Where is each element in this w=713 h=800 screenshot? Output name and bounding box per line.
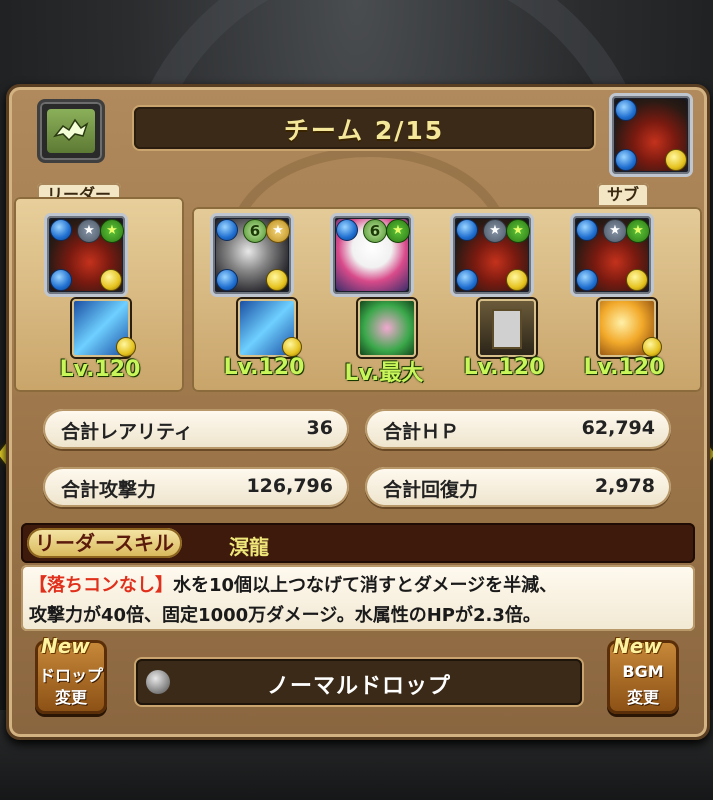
new-badge: New: [613, 634, 662, 658]
light-orb-icon: [506, 269, 528, 291]
stat-value: 126,796: [246, 475, 333, 497]
team-title: チーム 2/15: [283, 116, 445, 145]
stat-label: 合計回復力: [383, 479, 479, 501]
light-orb-icon: [282, 337, 302, 357]
sub-slots: 6 ★ Lv.120 6 ★ Lv.最大 ★ ★ Lv.120 ★ ★ Lv.1…: [192, 207, 702, 392]
leader-skill-bar: リーダースキル 溟龍: [21, 523, 695, 563]
stat-label: 合計攻撃力: [61, 479, 157, 501]
light-orb-icon: [116, 337, 136, 357]
total-hp-stat: 合計ＨＰ 62,794: [365, 409, 671, 449]
leader-skill-label: リーダースキル: [27, 528, 182, 558]
team-panel: チーム 2/15 リーダー ★ ★ Lv.120 サブ 6 ★ Lv.120 6…: [6, 84, 710, 740]
bgm-change-label: BGM: [622, 662, 664, 681]
water-orb-icon: [50, 219, 72, 241]
gold-awakening-icon: ★: [266, 219, 290, 243]
description-line-2: 攻撃力が40倍、固定1000万ダメージ。水属性のHPが2.3倍。: [29, 605, 541, 626]
star-awakening-icon: ★: [603, 219, 627, 243]
total-recovery-stat: 合計回復力 2,978: [365, 467, 671, 507]
stat-value: 2,978: [594, 475, 655, 497]
drop-change-button[interactable]: New ドロップ 変更: [35, 634, 107, 714]
sub-level-2: Lv.最大: [344, 361, 424, 386]
drop-type-bar[interactable]: ノーマルドロップ: [136, 659, 582, 705]
light-orb-icon: [626, 269, 648, 291]
star-awakening-icon: ★: [77, 219, 101, 243]
light-orb-icon: [266, 269, 288, 291]
water-suborb-icon: [456, 269, 478, 291]
sub-monster-card-3[interactable]: ★ ★: [450, 213, 534, 297]
water-orb-icon: [615, 99, 637, 121]
assist-monster-card[interactable]: [478, 299, 536, 357]
dragon-icon: [47, 109, 95, 153]
total-rarity-stat: 合計レアリティ 36: [43, 409, 349, 449]
bgm-change-button[interactable]: New BGM 変更: [607, 634, 679, 714]
assist-monster-green[interactable]: [358, 299, 416, 357]
drop-change-label: ドロップ: [38, 666, 103, 685]
plus-awakening-icon: 6: [363, 219, 387, 243]
sub-level-1: Lv.120: [223, 355, 305, 380]
assist-monster-blade[interactable]: [72, 299, 136, 357]
leader-level: Lv.120: [59, 357, 141, 382]
green-awakening-icon: ★: [386, 219, 410, 243]
total-attack-stat: 合計攻撃力 126,796: [43, 467, 349, 507]
green-awakening-icon: ★: [100, 219, 124, 243]
water-suborb-icon: [50, 269, 72, 291]
sub-tag: サブ: [597, 183, 650, 207]
description-line-1: 【落ちコンなし】水を10個以上つなげて消すとダメージを半減、: [29, 571, 557, 597]
sub-monster-card-1[interactable]: 6 ★: [210, 213, 294, 297]
sub-monster-card-2[interactable]: 6 ★: [330, 213, 414, 297]
water-orb-icon: [336, 219, 358, 241]
plus-awakening-icon: 6: [243, 219, 267, 243]
water-orb-icon: [576, 219, 598, 241]
assist-monster-blade[interactable]: [238, 299, 302, 357]
drop-type-name: ノーマルドロップ: [266, 674, 451, 699]
stat-label: 合計ＨＰ: [383, 421, 460, 443]
drop-change-sublabel: 変更: [54, 688, 87, 707]
green-awakening-icon: ★: [626, 219, 650, 243]
water-suborb-icon: [576, 269, 598, 291]
leader-monster-card[interactable]: ★ ★: [44, 213, 128, 297]
skill-text-1: 水を10個以上つなげて消すとダメージを半減、: [173, 575, 558, 596]
team-title-bar: チーム 2/15: [134, 107, 594, 149]
leader-slot: ★ ★ Lv.120: [14, 197, 184, 392]
sub-level-4: Lv.120: [583, 355, 665, 380]
leader-skill-description: 【落ちコンなし】水を10個以上つなげて消すとダメージを半減、 攻撃力が40倍、固…: [21, 565, 695, 631]
bgm-change-sublabel: 変更: [626, 688, 659, 707]
assist-monster-flame[interactable]: [598, 299, 662, 357]
light-orb-icon: [665, 149, 687, 171]
water-suborb-icon: [216, 269, 238, 291]
light-orb-icon: [100, 269, 122, 291]
leader-skill-name: 溟龍: [229, 535, 269, 559]
sub-monster-card-4[interactable]: ★ ★: [570, 213, 654, 297]
water-orb-icon: [216, 219, 238, 241]
stat-value: 62,794: [581, 417, 655, 439]
water-suborb-icon: [615, 149, 637, 171]
new-badge: New: [41, 634, 90, 658]
stat-label: 合計レアリティ: [61, 421, 193, 443]
star-awakening-icon: ★: [483, 219, 507, 243]
helper-monster-card[interactable]: [609, 93, 693, 177]
green-awakening-icon: ★: [506, 219, 530, 243]
light-orb-icon: [642, 337, 662, 357]
stat-value: 36: [306, 417, 333, 439]
sub-level-3: Lv.120: [463, 355, 545, 380]
skill-highlight: 【落ちコンなし】: [29, 575, 173, 596]
water-orb-icon: [456, 219, 478, 241]
dragon-menu-button[interactable]: [37, 99, 105, 163]
